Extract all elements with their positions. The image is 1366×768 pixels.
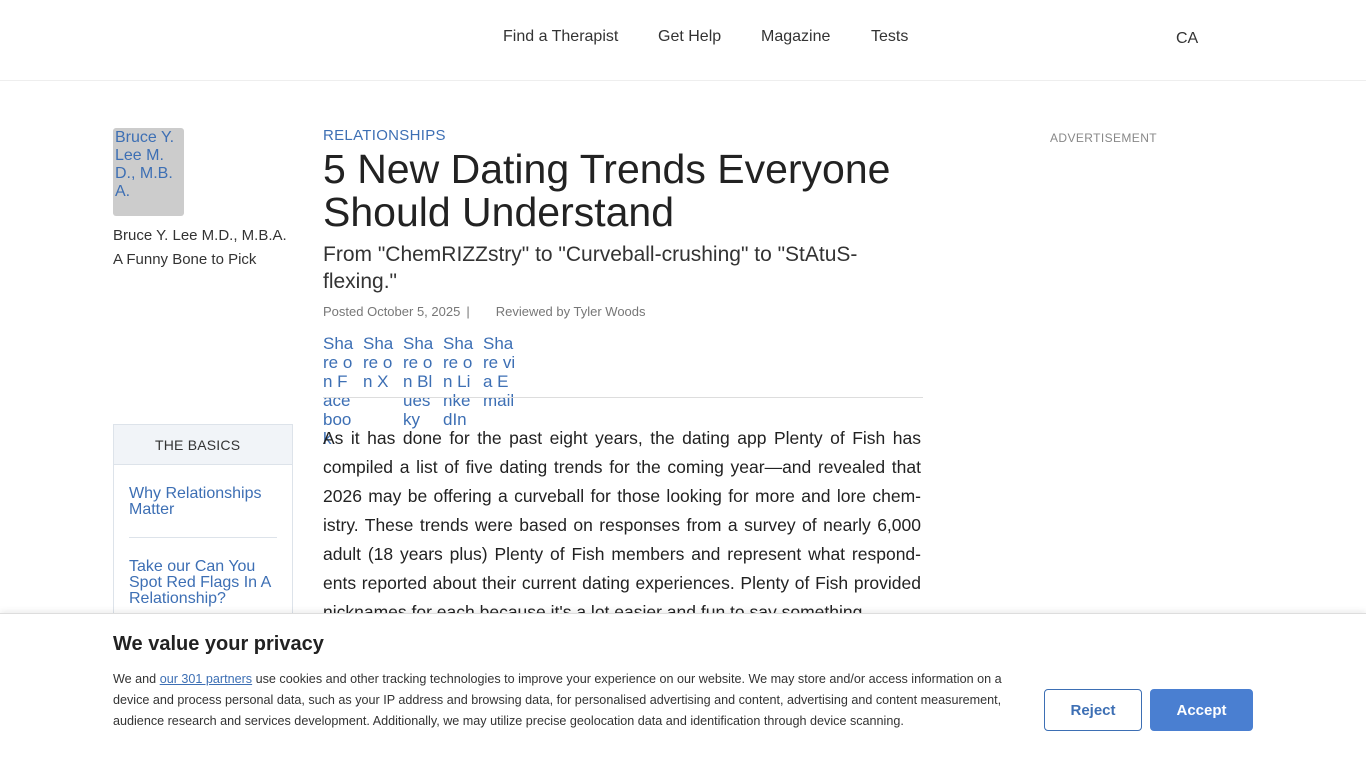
reviewed-by: Reviewed by Tyler Woods <box>495 304 646 319</box>
article-body: As it has done for the past eight years,… <box>323 428 921 622</box>
cookie-text-before: We and <box>113 672 160 686</box>
nav-magazine[interactable]: Magazine <box>761 28 830 46</box>
share-x-icon[interactable]: Share on X <box>363 334 397 391</box>
nav-tests[interactable]: Tests <box>871 28 908 46</box>
article-subtitle: From "ChemRIZZstry" to "Curveball-crushi… <box>323 243 858 293</box>
posted-date: Posted October 5, 2025 <box>323 304 461 319</box>
article-category-link[interactable]: RELATIONSHIPS <box>323 127 446 144</box>
cookie-partners-link[interactable]: our 301 partners <box>160 672 252 686</box>
article-byline: Posted October 5, 2025 | Reviewed by Tyler… <box>323 304 646 319</box>
byline-separator: | <box>466 304 470 319</box>
nav-get-help[interactable]: Get Help <box>658 28 721 46</box>
advertisement-label: ADVERTISEMENT <box>1050 131 1157 145</box>
reject-button[interactable]: Reject <box>1044 689 1142 731</box>
cookie-consent-banner: We value your privacy We and our 301 par… <box>0 613 1366 768</box>
region-selector[interactable]: CA <box>1176 30 1198 48</box>
cookie-title: We value your privacy <box>113 633 324 655</box>
author-blog-link[interactable]: A Funny Bone to Pick <box>113 251 256 268</box>
basics-link-red-flags-quiz[interactable]: Take our Can You Spot Red Flags In A Rel… <box>129 559 279 607</box>
share-bluesky-icon[interactable]: Share on Bluesky <box>403 334 437 429</box>
accept-button[interactable]: Accept <box>1150 689 1253 731</box>
share-email-icon[interactable]: Share via Email <box>483 334 517 410</box>
cookie-description: We and our 301 partners use cookies and … <box>113 669 1025 732</box>
share-linkedin-icon[interactable]: Share on LinkedIn <box>443 334 477 429</box>
top-navigation: Find a Therapist Get Help Magazine Tests… <box>0 0 1366 81</box>
author-avatar[interactable]: Bruce Y. Lee M.D., M.B.A. <box>113 128 184 216</box>
author-name-link[interactable]: Bruce Y. Lee M.D., M.B.A. <box>113 227 287 244</box>
the-basics-box: THE BASICS Why Relationships Matter Take… <box>113 424 293 624</box>
basics-divider <box>129 537 277 538</box>
nav-find-therapist[interactable]: Find a Therapist <box>503 28 618 46</box>
article-divider <box>323 397 923 398</box>
the-basics-heading: THE BASICS <box>114 425 292 465</box>
article-title: 5 New Dating Trends Everyone Should Unde… <box>323 146 891 235</box>
author-avatar-alt-text: Bruce Y. Lee M.D., M.B.A. <box>115 129 175 200</box>
basics-link-why-relationships-matter[interactable]: Why Relationships Matter <box>129 486 279 518</box>
